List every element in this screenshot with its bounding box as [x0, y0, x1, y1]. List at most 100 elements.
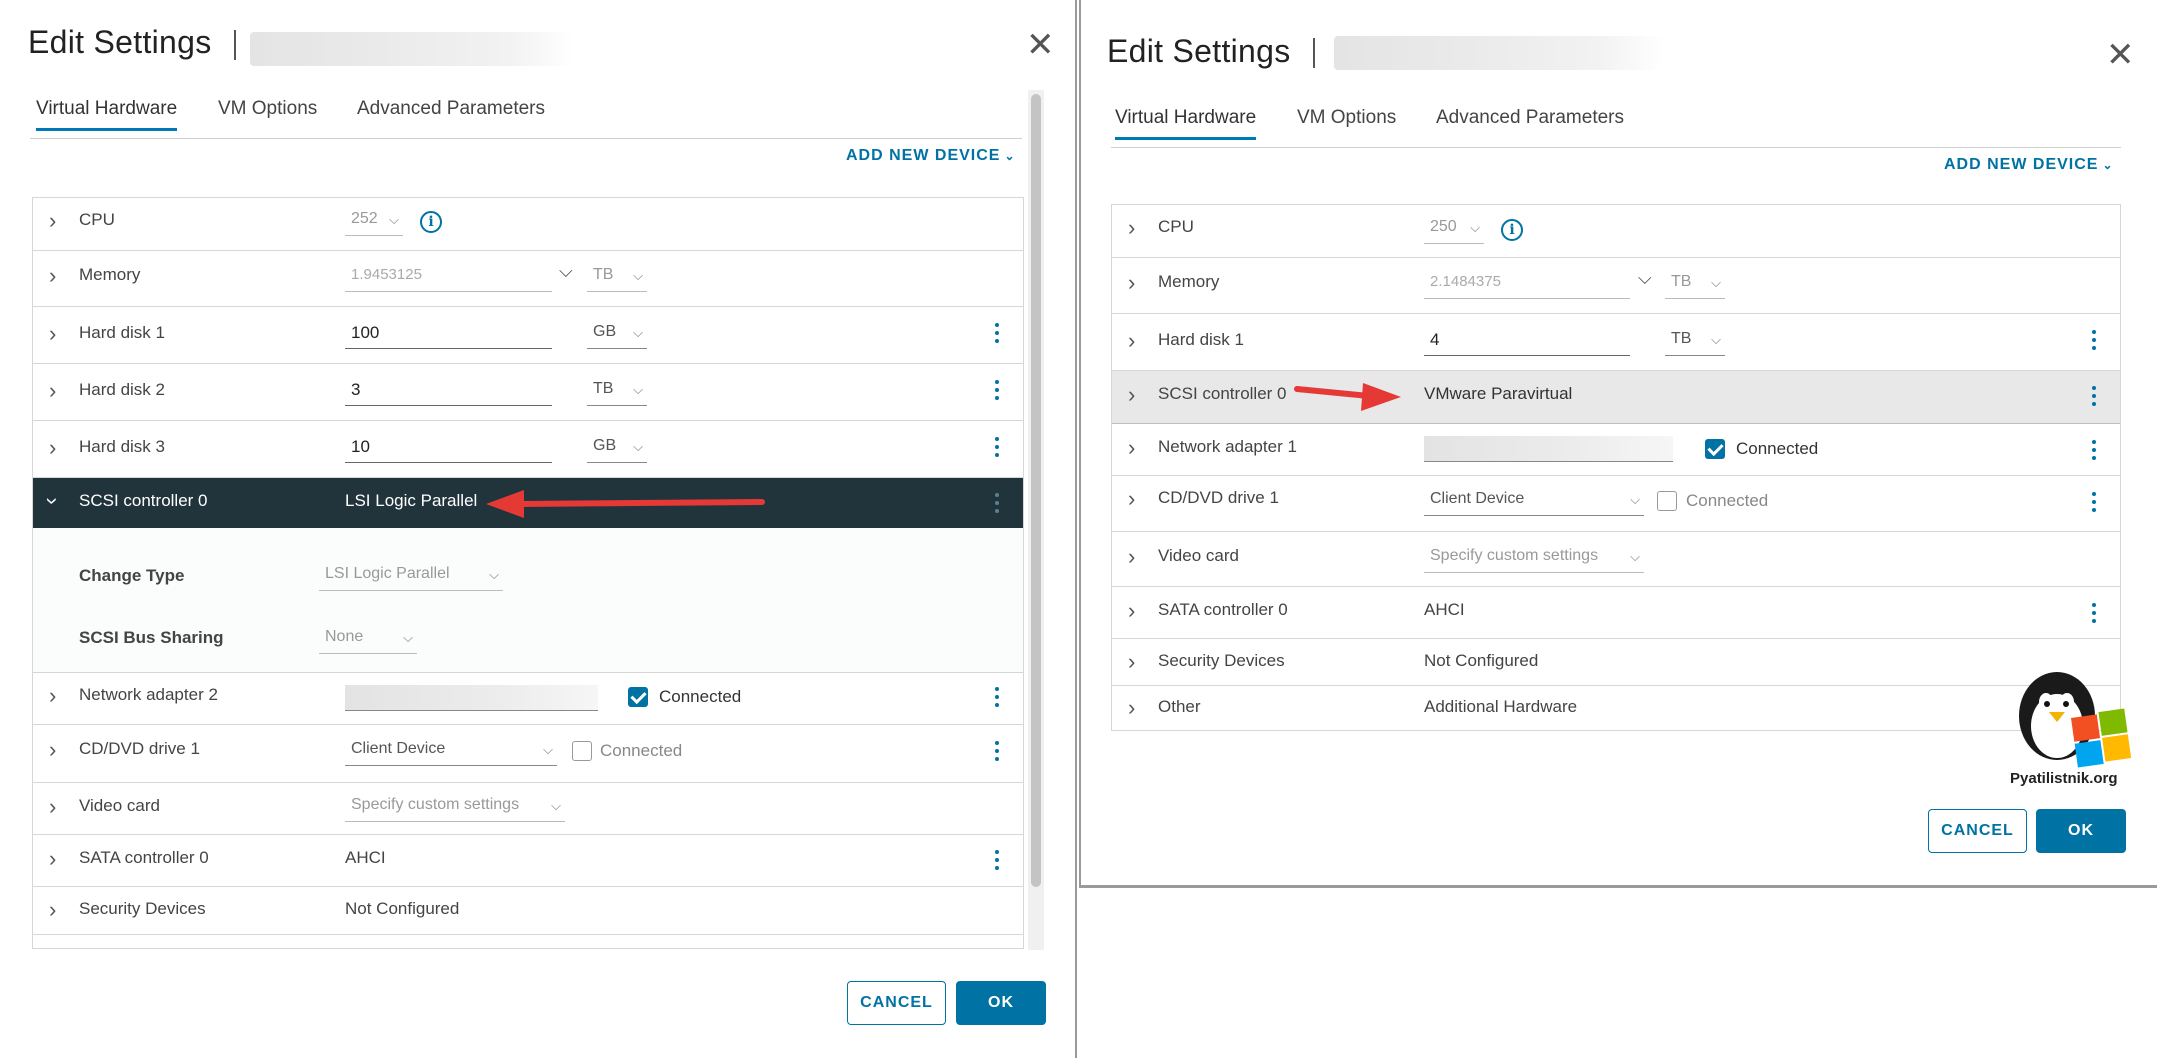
- cancel-button[interactable]: CANCEL: [1928, 809, 2027, 853]
- row-label: Security Devices: [1158, 651, 1285, 670]
- memory-input[interactable]: 1.9453125: [345, 266, 552, 292]
- hard-disk-3-size-input[interactable]: 10: [345, 437, 552, 463]
- chevron-right-icon[interactable]: ›: [1128, 651, 1135, 673]
- more-actions-icon[interactable]: [995, 437, 1001, 461]
- chevron-right-icon[interactable]: ›: [49, 323, 56, 345]
- chevron-right-icon[interactable]: ›: [49, 685, 56, 707]
- vm-name-redacted: [250, 32, 574, 66]
- connected-checkbox[interactable]: [572, 741, 592, 761]
- chevron-down-icon[interactable]: ⌵: [559, 261, 573, 282]
- connected-label: Connected: [659, 687, 742, 706]
- row-scsi-controller-0[interactable]: › SCSI controller 0 VMware Paravirtual: [1112, 371, 2120, 424]
- video-card-value: Specify custom settings: [1430, 547, 1599, 564]
- row-other: › Other Additional Hardware: [1112, 686, 2120, 730]
- connected-checkbox[interactable]: [628, 687, 648, 707]
- more-actions-icon[interactable]: [2092, 386, 2098, 410]
- hard-disk-1-unit-select[interactable]: TB ⌵: [1665, 330, 1725, 356]
- hard-disk-1-unit-select[interactable]: GB ⌵: [587, 323, 647, 349]
- video-card-select[interactable]: Specify custom settings ⌵: [345, 796, 565, 822]
- tab-vm-options[interactable]: VM Options: [218, 98, 317, 128]
- chevron-right-icon[interactable]: ›: [1128, 546, 1135, 568]
- cpu-select[interactable]: 250 ⌵: [1424, 218, 1484, 244]
- chevron-down-icon: ⌵: [489, 567, 499, 582]
- chevron-right-icon[interactable]: ›: [1128, 272, 1135, 294]
- ok-button[interactable]: OK: [2036, 809, 2126, 853]
- chevron-right-icon[interactable]: ›: [1128, 697, 1135, 719]
- chevron-right-icon[interactable]: ›: [1128, 488, 1135, 510]
- chevron-right-icon[interactable]: ›: [1128, 437, 1135, 459]
- close-icon[interactable]: ✕: [2106, 38, 2135, 72]
- row-security-devices: › Security Devices Not Configured: [33, 887, 1023, 935]
- chevron-right-icon[interactable]: ›: [49, 739, 56, 761]
- row-network-adapter-2: › Network adapter 2 Connected: [33, 673, 1023, 725]
- scsi-bus-sharing-select[interactable]: None ⌵: [319, 628, 417, 654]
- tab-advanced-parameters[interactable]: Advanced Parameters: [357, 98, 545, 128]
- more-actions-icon[interactable]: [2092, 492, 2098, 516]
- more-actions-icon[interactable]: [995, 493, 1001, 517]
- edit-settings-dialog-left: Edit Settings ✕ Virtual Hardware VM Opti…: [0, 0, 1077, 1058]
- chevron-right-icon[interactable]: ›: [49, 380, 56, 402]
- hard-disk-3-unit-select[interactable]: GB ⌵: [587, 437, 647, 463]
- chevron-down-icon[interactable]: ⌵: [1638, 268, 1652, 289]
- memory-unit-select[interactable]: TB ⌵: [587, 266, 647, 292]
- info-icon[interactable]: i: [1501, 219, 1523, 241]
- cpu-value: 250: [1430, 218, 1457, 235]
- chevron-right-icon[interactable]: ›: [49, 848, 56, 870]
- add-new-device-button[interactable]: ADD NEW DEVICE ⌄: [846, 147, 1016, 165]
- hard-disk-2-unit-select[interactable]: TB ⌵: [587, 380, 647, 406]
- more-actions-icon[interactable]: [995, 741, 1001, 765]
- cpu-select[interactable]: 252 ⌵: [345, 210, 403, 236]
- tab-advanced-parameters[interactable]: Advanced Parameters: [1436, 107, 1624, 137]
- more-actions-icon[interactable]: [995, 323, 1001, 347]
- chevron-right-icon[interactable]: ›: [1128, 217, 1135, 239]
- cpu-value: 252: [351, 210, 378, 227]
- more-actions-icon[interactable]: [995, 850, 1001, 874]
- ok-button[interactable]: OK: [956, 981, 1046, 1025]
- chevron-down-icon[interactable]: ›: [41, 497, 66, 504]
- more-actions-icon[interactable]: [2092, 440, 2098, 464]
- chevron-right-icon[interactable]: ›: [1128, 330, 1135, 352]
- hard-disk-1-size-input[interactable]: 4: [1424, 330, 1630, 356]
- memory-unit-select[interactable]: TB ⌵: [1665, 273, 1725, 299]
- chevron-right-icon[interactable]: ›: [1128, 600, 1135, 622]
- row-label: CPU: [1158, 217, 1194, 236]
- chevron-right-icon[interactable]: ›: [49, 796, 56, 818]
- row-hard-disk-1: › Hard disk 1 100 GB ⌵: [33, 307, 1023, 364]
- chevron-down-icon: ⌵: [551, 798, 561, 813]
- memory-input[interactable]: 2.1484375: [1424, 273, 1630, 299]
- row-label: SATA controller 0: [1158, 600, 1288, 619]
- scrollbar-thumb[interactable]: [1031, 94, 1041, 887]
- hard-disk-1-size-input[interactable]: 100: [345, 323, 552, 349]
- cd-dvd-select[interactable]: Client Device ⌵: [1424, 490, 1644, 516]
- row-label: Other: [1158, 697, 1201, 716]
- row-label: Hard disk 2: [79, 380, 165, 399]
- info-icon[interactable]: i: [420, 211, 442, 233]
- add-new-device-button[interactable]: ADD NEW DEVICE ⌄: [1944, 156, 2114, 174]
- video-card-select[interactable]: Specify custom settings ⌵: [1424, 547, 1644, 573]
- more-actions-icon[interactable]: [2092, 330, 2098, 354]
- cancel-button[interactable]: CANCEL: [847, 981, 946, 1025]
- annotation-arrow: [1294, 383, 1401, 411]
- hard-disk-2-size-input[interactable]: 3: [345, 380, 552, 406]
- chevron-right-icon[interactable]: ›: [49, 210, 56, 232]
- row-label: Memory: [1158, 272, 1220, 291]
- connected-checkbox[interactable]: [1705, 439, 1725, 459]
- tab-virtual-hardware[interactable]: Virtual Hardware: [36, 98, 178, 131]
- chevron-right-icon[interactable]: ›: [49, 899, 56, 921]
- network-select-redacted[interactable]: [1424, 436, 1673, 462]
- network-select-redacted[interactable]: [345, 685, 598, 711]
- close-icon[interactable]: ✕: [1026, 28, 1055, 62]
- more-actions-icon[interactable]: [995, 380, 1001, 404]
- chevron-right-icon[interactable]: ›: [49, 265, 56, 287]
- connected-checkbox[interactable]: [1657, 491, 1677, 511]
- tab-virtual-hardware[interactable]: Virtual Hardware: [1115, 107, 1257, 140]
- row-label: CD/DVD drive 1: [79, 739, 200, 758]
- more-actions-icon[interactable]: [2092, 603, 2098, 627]
- chevron-right-icon[interactable]: ›: [49, 437, 56, 459]
- chevron-right-icon[interactable]: ›: [1128, 384, 1135, 406]
- tab-vm-options[interactable]: VM Options: [1297, 107, 1396, 137]
- more-actions-icon[interactable]: [995, 687, 1001, 711]
- change-type-select[interactable]: LSI Logic Parallel ⌵: [319, 565, 503, 591]
- cd-dvd-select[interactable]: Client Device ⌵: [345, 740, 557, 766]
- tab-bar: Virtual Hardware VM Options Advanced Par…: [1111, 107, 2121, 148]
